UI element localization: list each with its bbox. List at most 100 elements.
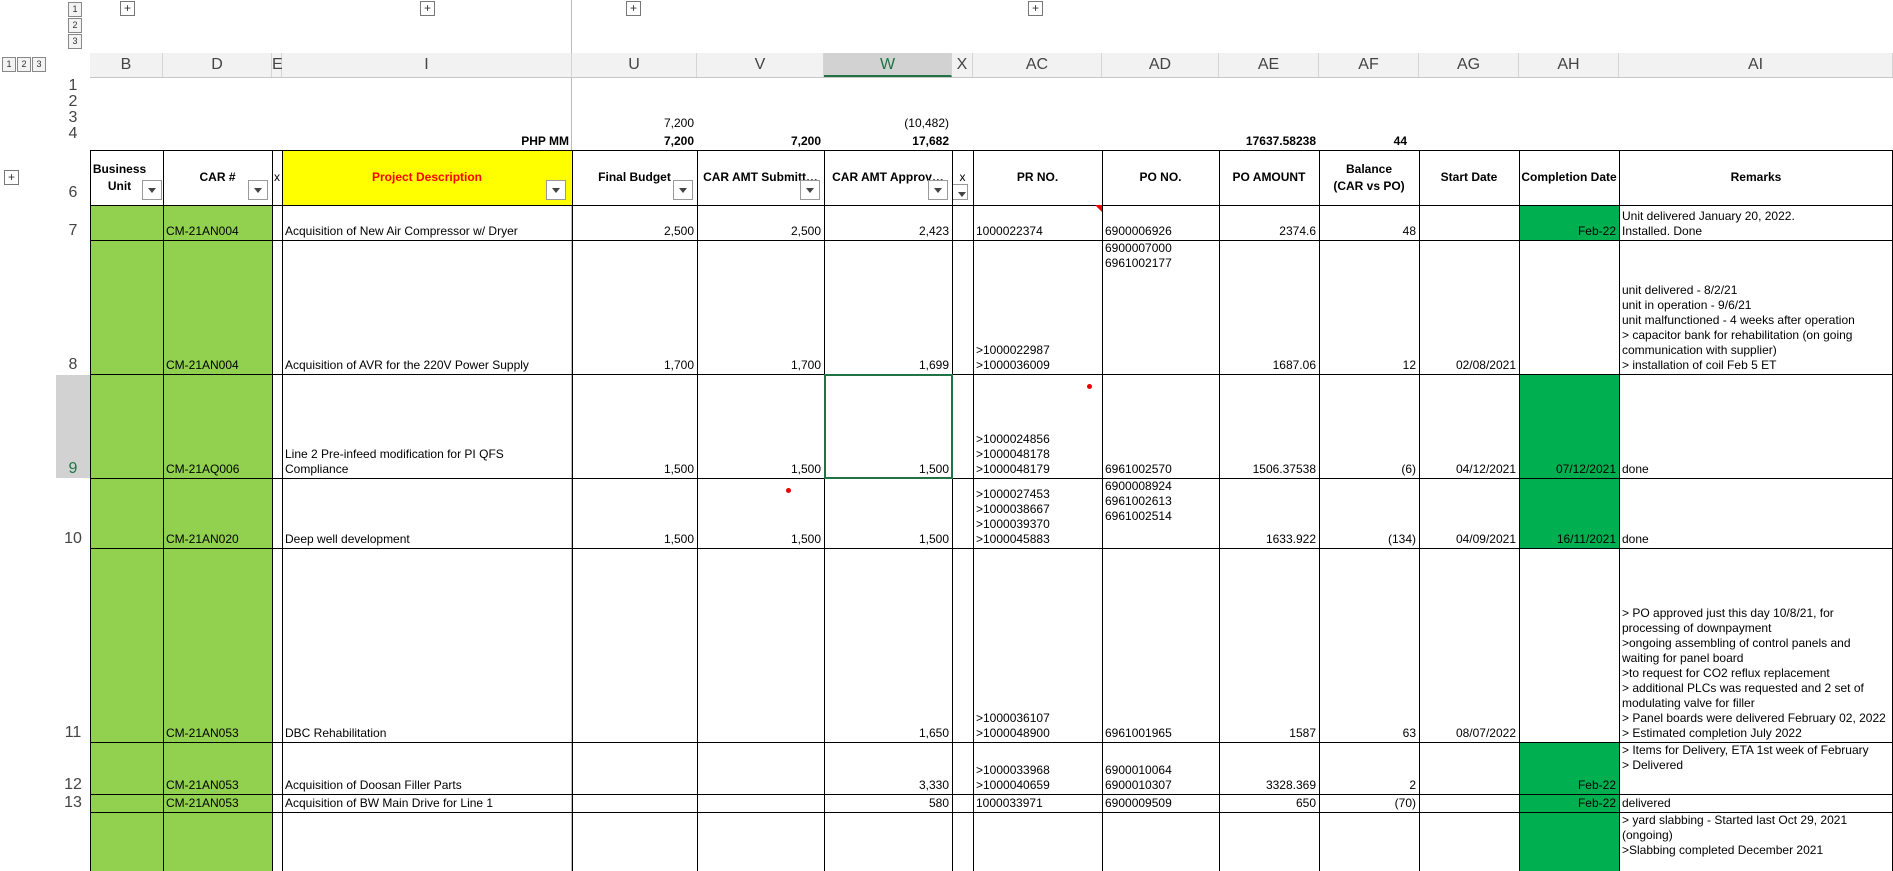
- cell-remarks-line[interactable]: >ongoing assembling of control panels an…: [1619, 636, 1893, 651]
- cell-submitted[interactable]: 2,500: [697, 224, 824, 239]
- cell-balance[interactable]: 48: [1319, 224, 1419, 239]
- cell-balance[interactable]: [1319, 855, 1419, 870]
- cell-remarks-line[interactable]: >Slabbing completed December 2021: [1619, 843, 1893, 858]
- cell-desc-line[interactable]: DBC Rehabilitation: [282, 726, 572, 741]
- header-completion-date[interactable]: Completion Date: [1519, 150, 1619, 205]
- cell-pr-line[interactable]: >1000039370: [973, 517, 1102, 532]
- column-header-e[interactable]: E: [272, 53, 283, 77]
- cell-remarks-line[interactable]: modulating valve for filler: [1619, 696, 1893, 711]
- selected-cell-w9[interactable]: [824, 374, 953, 479]
- header-start-date[interactable]: Start Date: [1419, 150, 1519, 205]
- cell-remarks-line[interactable]: > PO approved just this day 10/8/21, for: [1619, 606, 1893, 621]
- cell-pr-line[interactable]: >1000045883: [973, 532, 1102, 547]
- cell-final-budget[interactable]: [572, 778, 697, 793]
- cell-submitted[interactable]: 1,500: [697, 532, 824, 547]
- cell-remarks-line[interactable]: > additional PLCs was requested and 2 se…: [1619, 681, 1893, 696]
- row-level-3-button[interactable]: 3: [68, 34, 82, 49]
- cell-start[interactable]: 04/09/2021: [1419, 532, 1519, 547]
- filter-dropdown-icon[interactable]: [142, 180, 162, 200]
- row-header-7[interactable]: 7: [56, 222, 90, 240]
- row-header-1[interactable]: 1: [56, 78, 90, 94]
- cell-pr-line[interactable]: 1000022374: [973, 224, 1102, 239]
- cell-remarks-line[interactable]: processing of downpayment: [1619, 621, 1893, 636]
- cell-po-line[interactable]: 6961002177: [1102, 256, 1219, 271]
- cell-car[interactable]: CM-21AN053: [163, 726, 272, 741]
- column-header-w[interactable]: W: [824, 53, 952, 77]
- cell-start[interactable]: 08/07/2022: [1419, 726, 1519, 741]
- cell-car[interactable]: CM-21AN053: [163, 778, 272, 793]
- cell-remarks-line[interactable]: unit delivered - 8/2/21: [1619, 283, 1893, 298]
- cell-po-amount[interactable]: 2374.6: [1219, 224, 1319, 239]
- column-header-ai[interactable]: AI: [1619, 53, 1893, 77]
- cell-completion[interactable]: [1519, 855, 1619, 870]
- column-header-u[interactable]: U: [572, 53, 697, 77]
- expand-group-icon[interactable]: +: [120, 1, 135, 16]
- cell-po-line[interactable]: 6900007000: [1102, 241, 1219, 256]
- cell-pr-line[interactable]: >1000027453: [973, 487, 1102, 502]
- cell-po-line[interactable]: 6961002570: [1102, 462, 1219, 477]
- cell-po-amount[interactable]: 650: [1219, 796, 1319, 811]
- cell-completion[interactable]: Feb-22: [1519, 796, 1619, 811]
- cell-completion[interactable]: Feb-22: [1519, 778, 1619, 793]
- cell-approved[interactable]: 1,500: [824, 532, 952, 547]
- cell-start[interactable]: [1419, 855, 1519, 870]
- row-header-8[interactable]: 8: [56, 356, 90, 374]
- cell-start[interactable]: [1419, 778, 1519, 793]
- cell-remarks-line[interactable]: (ongoing): [1619, 828, 1893, 843]
- row-level-2-button[interactable]: 2: [68, 18, 82, 33]
- header-po-no[interactable]: PO NO.: [1102, 150, 1219, 205]
- header-x1[interactable]: x: [272, 150, 282, 205]
- cell-pr-line[interactable]: >1000040659: [973, 778, 1102, 793]
- cell-pr-line[interactable]: >1000036009: [973, 358, 1102, 373]
- cell-final-budget[interactable]: 1,500: [572, 462, 697, 477]
- cell-pr-line[interactable]: >1000048178: [973, 447, 1102, 462]
- header-balance[interactable]: Balance (CAR vs PO): [1319, 150, 1419, 205]
- cell-final-budget[interactable]: 2,500: [572, 224, 697, 239]
- cell-final-budget[interactable]: 1,500: [572, 532, 697, 547]
- cell-po-line[interactable]: 6900006926: [1102, 224, 1219, 239]
- col-level-1-button[interactable]: 1: [2, 57, 16, 72]
- header-po-amount[interactable]: PO AMOUNT: [1219, 150, 1319, 205]
- row-header-11[interactable]: 11: [56, 724, 90, 742]
- cell-approved[interactable]: 580: [824, 796, 952, 811]
- cell-pr-line[interactable]: >1000048179: [973, 462, 1102, 477]
- cell-completion[interactable]: [1519, 358, 1619, 373]
- expand-group-icon[interactable]: +: [1028, 1, 1043, 16]
- column-header-d[interactable]: D: [163, 53, 272, 77]
- cell-pr-line[interactable]: >1000022987: [973, 343, 1102, 358]
- cell-final-budget[interactable]: [572, 855, 697, 870]
- row-header-3[interactable]: 3: [56, 110, 90, 126]
- cell-submitted[interactable]: 1,700: [697, 358, 824, 373]
- cell-po-line[interactable]: 6961002514: [1102, 509, 1219, 524]
- cell-desc-line[interactable]: Line 2 Pre-infeed modification for PI QF…: [282, 447, 572, 462]
- cell-po-line[interactable]: 6961001965: [1102, 726, 1219, 741]
- cell-completion[interactable]: Feb-22: [1519, 224, 1619, 239]
- cell-car[interactable]: CM-21AN020: [163, 532, 272, 547]
- row-level-1-button[interactable]: 1: [68, 2, 82, 17]
- cell-start[interactable]: 04/12/2021: [1419, 462, 1519, 477]
- column-header-v[interactable]: V: [697, 53, 824, 77]
- row-header-6[interactable]: 6: [56, 182, 90, 204]
- cell-po-line[interactable]: 6900010064: [1102, 763, 1219, 778]
- cell-po-amount[interactable]: 1687.06: [1219, 358, 1319, 373]
- expand-group-icon[interactable]: +: [420, 1, 435, 16]
- comment-indicator-icon[interactable]: [1095, 205, 1102, 212]
- filter-dropdown-icon[interactable]: [928, 180, 948, 200]
- cell-balance[interactable]: 12: [1319, 358, 1419, 373]
- cell-balance[interactable]: (6): [1319, 462, 1419, 477]
- column-header-ah[interactable]: AH: [1519, 53, 1619, 77]
- cell-balance[interactable]: (70): [1319, 796, 1419, 811]
- expand-row-group-icon[interactable]: +: [4, 170, 19, 185]
- cell-balance[interactable]: (134): [1319, 532, 1419, 547]
- filter-dropdown-icon[interactable]: [952, 184, 968, 200]
- cell-approved[interactable]: 2,423: [824, 224, 952, 239]
- column-header-i[interactable]: I: [282, 53, 572, 77]
- cell-po-amount[interactable]: 1587: [1219, 726, 1319, 741]
- column-header-af[interactable]: AF: [1319, 53, 1419, 77]
- cell-submitted[interactable]: [697, 778, 824, 793]
- cell-car[interactable]: CM-21AN004: [163, 358, 272, 373]
- column-header-ae[interactable]: AE: [1219, 53, 1319, 77]
- cell-balance[interactable]: 63: [1319, 726, 1419, 741]
- cell-pr-line[interactable]: >1000033968: [973, 763, 1102, 778]
- cell-remarks-line[interactable]: waiting for panel board: [1619, 651, 1893, 666]
